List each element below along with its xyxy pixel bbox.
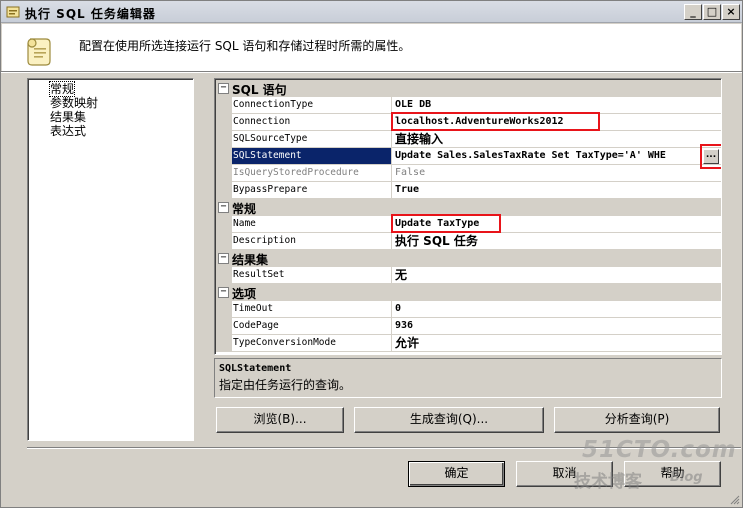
property-row-bypassprepare[interactable]: BypassPrepare True bbox=[216, 182, 721, 199]
property-row-sqlstatement[interactable]: SQLStatement Update Sales.SalesTaxRate S… bbox=[216, 148, 721, 165]
property-value[interactable]: 0 bbox=[392, 301, 721, 318]
property-value[interactable]: localhost.AdventureWorks2012 bbox=[392, 114, 721, 131]
category-label: 选项 bbox=[232, 287, 257, 301]
property-name: BypassPrepare bbox=[232, 182, 392, 199]
property-name: TypeConversionMode bbox=[232, 335, 392, 352]
resize-grip-icon[interactable] bbox=[728, 493, 740, 505]
property-row-sqlsourcetype[interactable]: SQLSourceType 直接输入 bbox=[216, 131, 721, 148]
bottom-divider bbox=[27, 447, 741, 449]
property-name: IsQueryStoredProcedure bbox=[232, 165, 392, 182]
property-value[interactable]: 无 bbox=[392, 267, 721, 284]
cancel-button[interactable]: 取消 bbox=[516, 461, 613, 487]
property-row-typeconversionmode[interactable]: TypeConversionMode 允许 bbox=[216, 335, 721, 352]
property-value[interactable]: Update Sales.SalesTaxRate Set TaxType='A… bbox=[392, 148, 721, 165]
property-value[interactable]: 936 bbox=[392, 318, 721, 335]
sql-task-editor-window: 执行 SQL 任务编辑器 _ □ × 配置在使用所选连接运行 SQL 语句和存储… bbox=[0, 0, 743, 508]
property-grid: − SQL 语句 ConnectionType OLE DB Connectio… bbox=[214, 78, 722, 355]
parse-query-button[interactable]: 分析查询(P) bbox=[554, 407, 720, 433]
page-list: 常规 参数映射 结果集 表达式 bbox=[27, 78, 194, 441]
property-value[interactable]: Update TaxType bbox=[392, 216, 721, 233]
property-name: Name bbox=[232, 216, 392, 233]
property-name: ResultSet bbox=[232, 267, 392, 284]
property-row-name[interactable]: Name Update TaxType bbox=[216, 216, 721, 233]
app-icon bbox=[6, 6, 20, 18]
property-name: SQLSourceType bbox=[232, 131, 392, 148]
property-value[interactable]: 执行 SQL 任务 bbox=[392, 233, 721, 250]
description-panel: SQLStatement 指定由任务运行的查询。 bbox=[214, 358, 722, 398]
task-scroll-icon bbox=[27, 38, 51, 66]
property-row-connection[interactable]: Connection localhost.AdventureWorks2012 bbox=[216, 114, 721, 131]
category-result-set[interactable]: − 结果集 bbox=[216, 250, 721, 267]
property-name: Connection bbox=[232, 114, 392, 131]
sql-statement-ellipsis-button[interactable]: ... bbox=[703, 149, 719, 164]
property-row-resultset[interactable]: ResultSet 无 bbox=[216, 267, 721, 284]
property-row-isquerystoredprocedure[interactable]: IsQueryStoredProcedure False bbox=[216, 165, 721, 182]
nav-item-expressions[interactable]: 表达式 bbox=[50, 124, 193, 138]
nav-item-parameter-mapping[interactable]: 参数映射 bbox=[50, 96, 193, 110]
window-title: 执行 SQL 任务编辑器 bbox=[25, 7, 156, 21]
property-name: Description bbox=[232, 233, 392, 250]
help-button[interactable]: 帮助 bbox=[624, 461, 721, 487]
browse-button[interactable]: 浏览(B)... bbox=[216, 407, 344, 433]
property-row-description[interactable]: Description 执行 SQL 任务 bbox=[216, 233, 721, 250]
build-query-button[interactable]: 生成查询(Q)... bbox=[354, 407, 544, 433]
property-name: ConnectionType bbox=[232, 97, 392, 114]
property-value[interactable]: OLE DB bbox=[392, 97, 721, 114]
property-value[interactable]: 直接输入 bbox=[392, 131, 721, 148]
property-row-codepage[interactable]: CodePage 936 bbox=[216, 318, 721, 335]
description-title: SQLStatement bbox=[219, 363, 292, 374]
category-sql-statement[interactable]: − SQL 语句 bbox=[216, 80, 721, 97]
property-row-timeout[interactable]: TimeOut 0 bbox=[216, 301, 721, 318]
minimize-button[interactable]: _ bbox=[684, 4, 702, 20]
property-name: TimeOut bbox=[232, 301, 392, 318]
property-value[interactable]: 允许 bbox=[392, 335, 721, 352]
category-general[interactable]: − 常规 bbox=[216, 199, 721, 216]
category-label: SQL 语句 bbox=[232, 83, 287, 97]
nav-item-result-set[interactable]: 结果集 bbox=[50, 110, 193, 124]
header-description: 配置在使用所选连接运行 SQL 语句和存储过程时所需的属性。 bbox=[79, 39, 411, 53]
collapse-icon[interactable]: − bbox=[218, 253, 229, 264]
property-name: CodePage bbox=[232, 318, 392, 335]
collapse-icon[interactable]: − bbox=[218, 83, 229, 94]
ok-button[interactable]: 确定 bbox=[408, 461, 505, 487]
collapse-icon[interactable]: − bbox=[218, 287, 229, 298]
close-button[interactable]: × bbox=[722, 4, 740, 20]
property-value[interactable]: True bbox=[392, 182, 721, 199]
property-name: SQLStatement bbox=[232, 148, 392, 165]
category-label: 结果集 bbox=[232, 253, 269, 267]
header-area: 配置在使用所选连接运行 SQL 语句和存储过程时所需的属性。 bbox=[2, 24, 741, 72]
category-options[interactable]: − 选项 bbox=[216, 284, 721, 301]
header-divider bbox=[1, 71, 742, 73]
property-value: False bbox=[392, 165, 721, 182]
title-bar[interactable]: 执行 SQL 任务编辑器 _ □ × bbox=[1, 1, 742, 23]
description-text: 指定由任务运行的查询。 bbox=[219, 378, 352, 392]
category-label: 常规 bbox=[232, 202, 257, 216]
watermark-site: 51CTO.com bbox=[582, 437, 737, 463]
nav-item-general[interactable]: 常规 bbox=[48, 81, 193, 97]
maximize-button[interactable]: □ bbox=[703, 4, 721, 20]
collapse-icon[interactable]: − bbox=[218, 202, 229, 213]
property-row-connectiontype[interactable]: ConnectionType OLE DB bbox=[216, 97, 721, 114]
